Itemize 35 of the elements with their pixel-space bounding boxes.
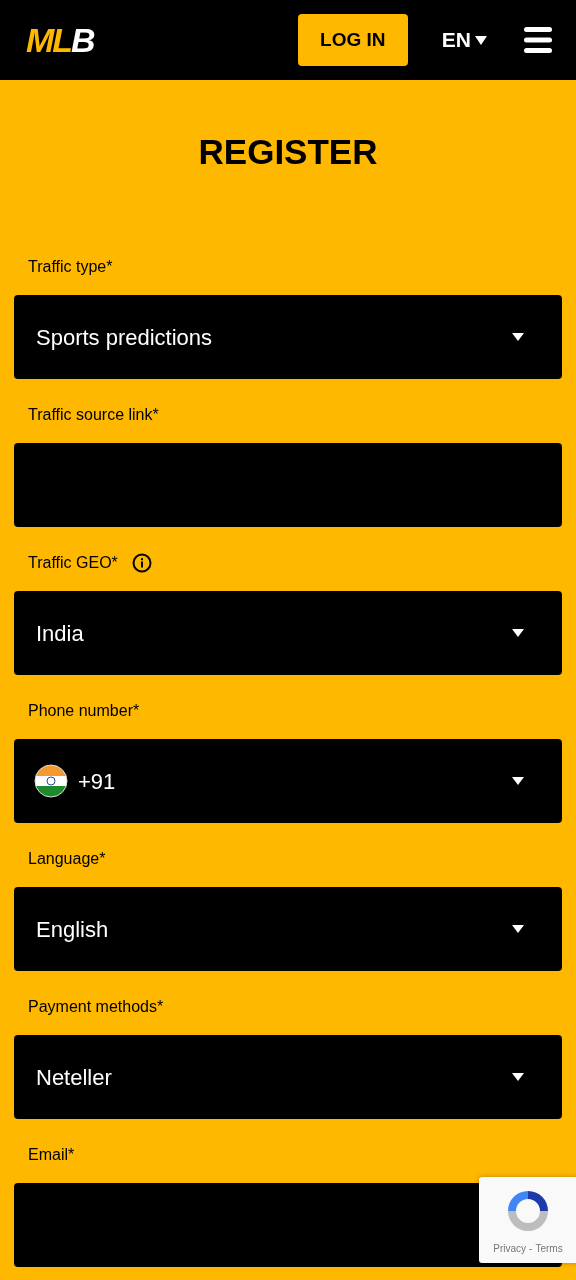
language-selector[interactable]: EN bbox=[441, 24, 487, 56]
field-label: Phone number* bbox=[28, 701, 140, 721]
separator: - bbox=[529, 1242, 533, 1256]
dropdown-caret-icon bbox=[512, 925, 524, 933]
logo[interactable]: MLB bbox=[26, 14, 94, 66]
field-label: Traffic source link* bbox=[28, 405, 159, 425]
dropdown-caret-icon bbox=[512, 333, 524, 341]
login-button[interactable]: LOG IN bbox=[297, 14, 408, 66]
dropdown-caret-icon bbox=[512, 1073, 524, 1081]
select-field[interactable]: India bbox=[14, 591, 562, 675]
input-field[interactable] bbox=[14, 443, 562, 527]
page-title: REGISTER bbox=[197, 132, 379, 172]
dropdown-caret-icon bbox=[512, 629, 524, 637]
select-value: India bbox=[36, 619, 84, 648]
select-field[interactable]: English bbox=[14, 887, 562, 971]
select-value: Sports predictions bbox=[36, 323, 213, 352]
select-field[interactable]: Sports predictions bbox=[14, 295, 562, 379]
field-label: Language* bbox=[28, 849, 106, 869]
field-label: Email* bbox=[28, 1145, 75, 1165]
dropdown-caret-icon bbox=[475, 35, 487, 45]
field-label: Traffic type* bbox=[28, 257, 113, 277]
terms-link[interactable]: Terms bbox=[535, 1241, 563, 1256]
recaptcha-toast[interactable]: Privacy - Terms bbox=[479, 1177, 576, 1263]
privacy-link[interactable]: Privacy bbox=[493, 1241, 527, 1256]
field-label: Payment methods* bbox=[28, 997, 164, 1017]
select-value: Neteller bbox=[36, 1063, 112, 1092]
india-flag-icon bbox=[34, 764, 68, 798]
dropdown-caret-icon bbox=[512, 777, 524, 785]
select-value: English bbox=[36, 915, 109, 944]
country-code: +91 bbox=[78, 767, 116, 796]
info-icon[interactable] bbox=[131, 553, 152, 573]
phone-field[interactable]: +91 bbox=[14, 739, 562, 823]
field-label: Traffic GEO* bbox=[28, 553, 118, 573]
menu-icon[interactable] bbox=[524, 26, 552, 54]
select-field[interactable]: Neteller bbox=[14, 1035, 562, 1119]
